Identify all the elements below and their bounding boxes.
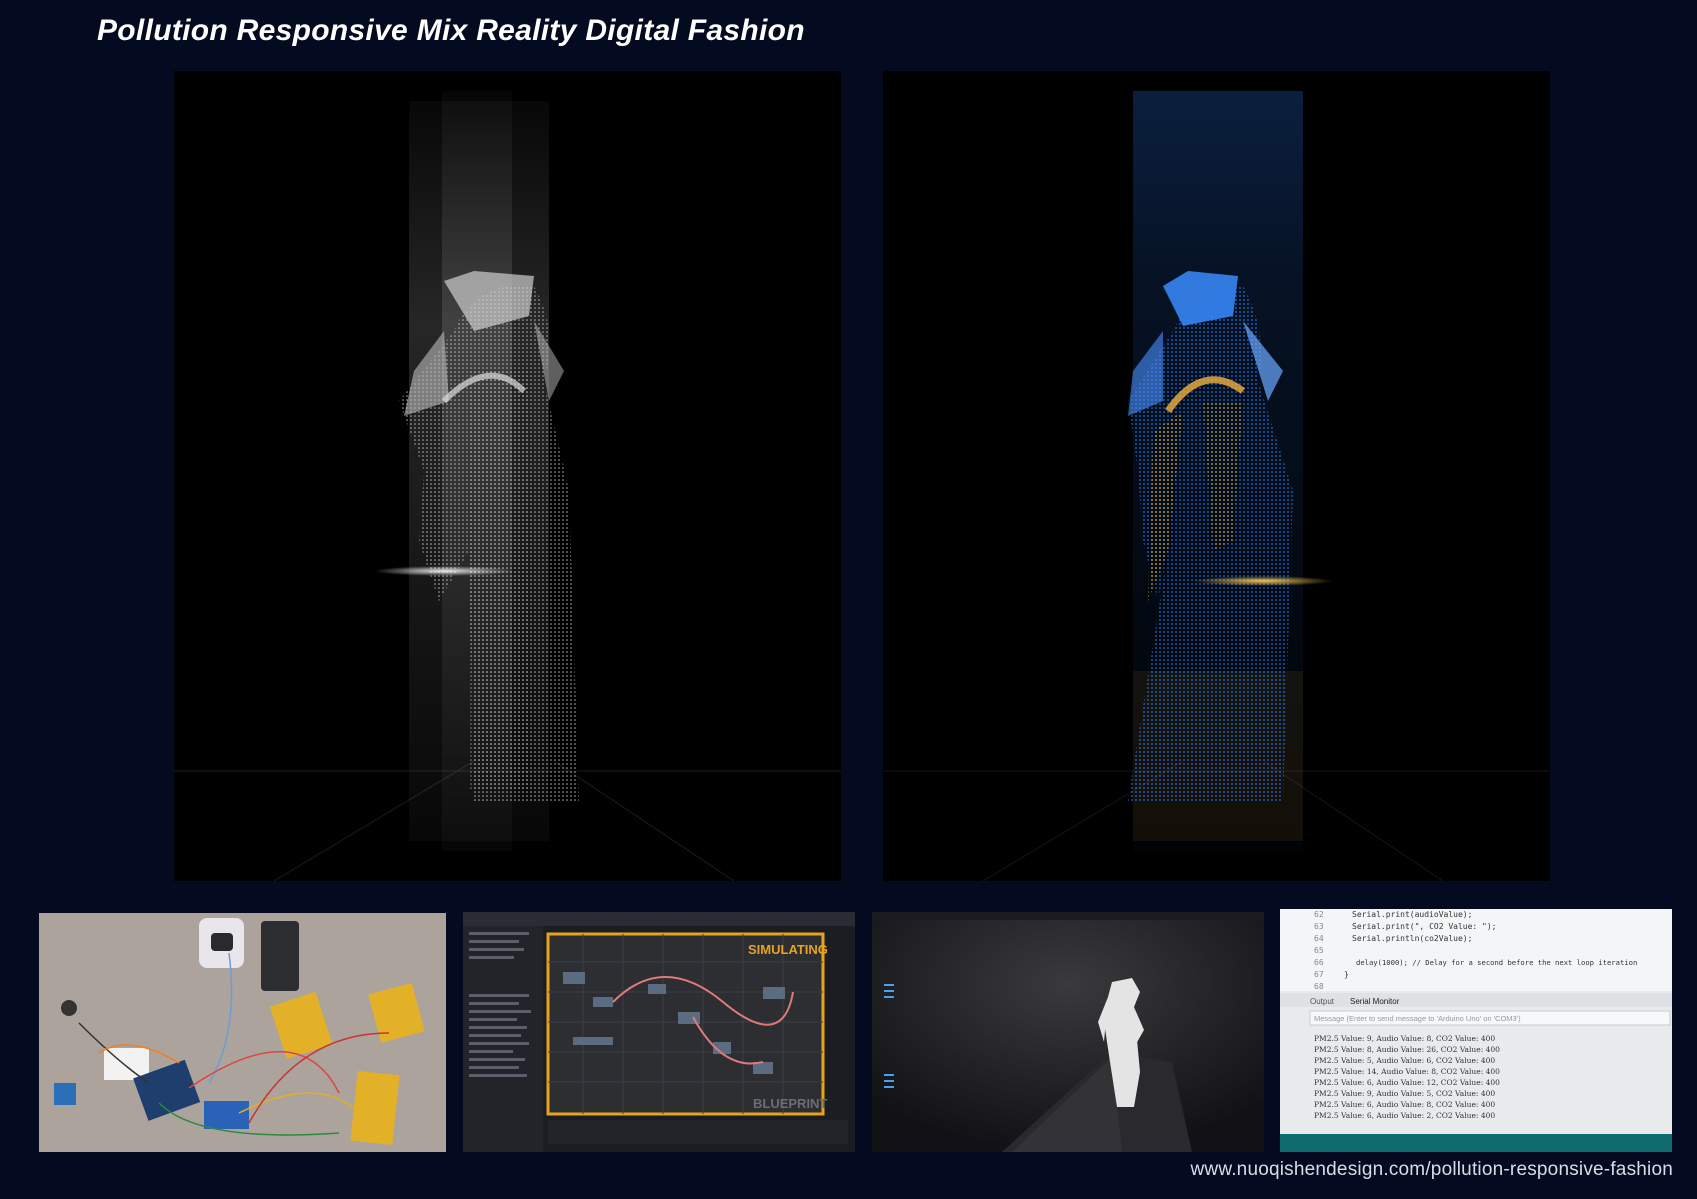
page-title: Pollution Responsive Mix Reality Digital… — [97, 14, 805, 47]
serial-message-input[interactable]: Message (Enter to send message to 'Ardui… — [1314, 1014, 1521, 1023]
hardware-photo — [39, 913, 446, 1152]
code-line-number: 68 — [1314, 982, 1324, 991]
code-line-number: 65 — [1314, 946, 1324, 955]
viewport-screen-photo — [872, 912, 1264, 1152]
serial-output-row: PM2.5 Value: 9, Audio Value: 5, CO2 Valu… — [1314, 1089, 1495, 1098]
simulating-label: SIMULATING — [748, 942, 828, 957]
code-line-number: 62 — [1314, 910, 1324, 919]
serial-output-row: PM2.5 Value: 9, Audio Value: 8, CO2 Valu… — [1314, 1034, 1495, 1043]
code-line: Serial.print(", CO2 Value: "); — [1352, 922, 1497, 931]
blueprint-screen-photo: SIMULATING BLUEPRINT — [463, 912, 855, 1152]
serial-output-row: PM2.5 Value: 8, Audio Value: 26, CO2 Val… — [1314, 1045, 1500, 1054]
viewport-screen-illustration — [872, 912, 1264, 1152]
serial-output-row: PM2.5 Value: 6, Audio Value: 8, CO2 Valu… — [1314, 1100, 1495, 1109]
serial-monitor-photo: 62 Serial.print(audioValue); 63 Serial.p… — [1280, 909, 1672, 1152]
code-line: Serial.print(audioValue); — [1352, 910, 1472, 919]
code-line: Serial.println(co2Value); — [1352, 934, 1472, 943]
hologram-blue-figure — [883, 91, 1550, 881]
code-line-number: 66 — [1314, 958, 1324, 967]
code-line-number: 67 — [1314, 970, 1324, 979]
tab-serial-monitor[interactable]: Serial Monitor — [1350, 997, 1400, 1006]
code-line-number: 63 — [1314, 922, 1324, 931]
serial-output-row: PM2.5 Value: 6, Audio Value: 12, CO2 Val… — [1314, 1078, 1500, 1087]
serial-output-row: PM2.5 Value: 14, Audio Value: 8, CO2 Val… — [1314, 1067, 1500, 1076]
serial-output-row: PM2.5 Value: 5, Audio Value: 6, CO2 Valu… — [1314, 1056, 1495, 1065]
code-line: } — [1344, 970, 1349, 979]
code-line: delay(1000); // Delay for a second befor… — [1356, 958, 1637, 967]
blueprint-screen-illustration: SIMULATING BLUEPRINT — [463, 912, 855, 1152]
hologram-white-figure — [174, 91, 841, 881]
tab-output[interactable]: Output — [1310, 997, 1335, 1006]
hologram-render-blue — [883, 71, 1550, 881]
code-line-number: 64 — [1314, 934, 1324, 943]
hologram-render-white — [174, 71, 841, 881]
hardware-photo-illustration — [39, 913, 446, 1152]
blueprint-label: BLUEPRINT — [753, 1096, 827, 1111]
serial-monitor-illustration: 62 Serial.print(audioValue); 63 Serial.p… — [1280, 909, 1672, 1152]
footer-url[interactable]: www.nuoqishendesign.com/pollution-respon… — [1190, 1159, 1673, 1181]
serial-output-row: PM2.5 Value: 6, Audio Value: 2, CO2 Valu… — [1314, 1111, 1495, 1120]
